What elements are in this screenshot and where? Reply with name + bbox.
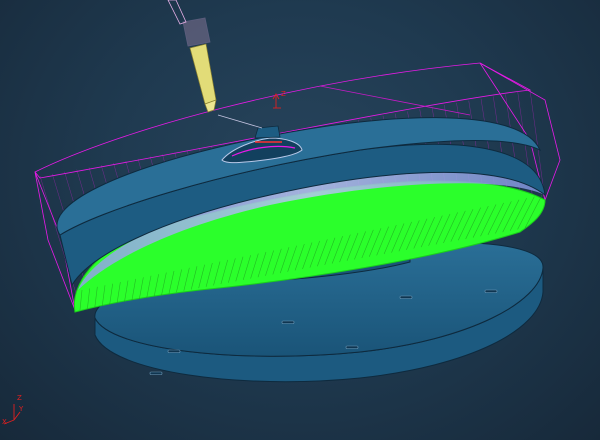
3d-viewport[interactable]: Z Z X Y — [0, 0, 600, 440]
tool-collet — [182, 17, 211, 47]
bolt-hole — [149, 371, 163, 375]
workplane-z-label: Z — [17, 394, 22, 402]
cam-scene[interactable] — [0, 0, 600, 440]
tool-approach-line — [217, 114, 263, 129]
bolt-hole — [345, 345, 359, 349]
bolt-hole — [167, 349, 181, 353]
workplane-x-label: X — [2, 418, 7, 426]
bolt-hole — [281, 320, 295, 324]
bolt-hole — [399, 295, 413, 299]
tool-triad — [272, 93, 281, 109]
tool-holder-top — [167, 0, 187, 25]
cutting-tool — [167, 0, 217, 113]
tool-triad-z-label: Z — [281, 90, 286, 98]
slot-neck — [254, 125, 281, 139]
bolt-hole — [484, 289, 498, 293]
tool-retract-line — [319, 85, 471, 116]
workplane-y-label: Y — [19, 405, 24, 413]
tool-shank — [189, 43, 217, 105]
